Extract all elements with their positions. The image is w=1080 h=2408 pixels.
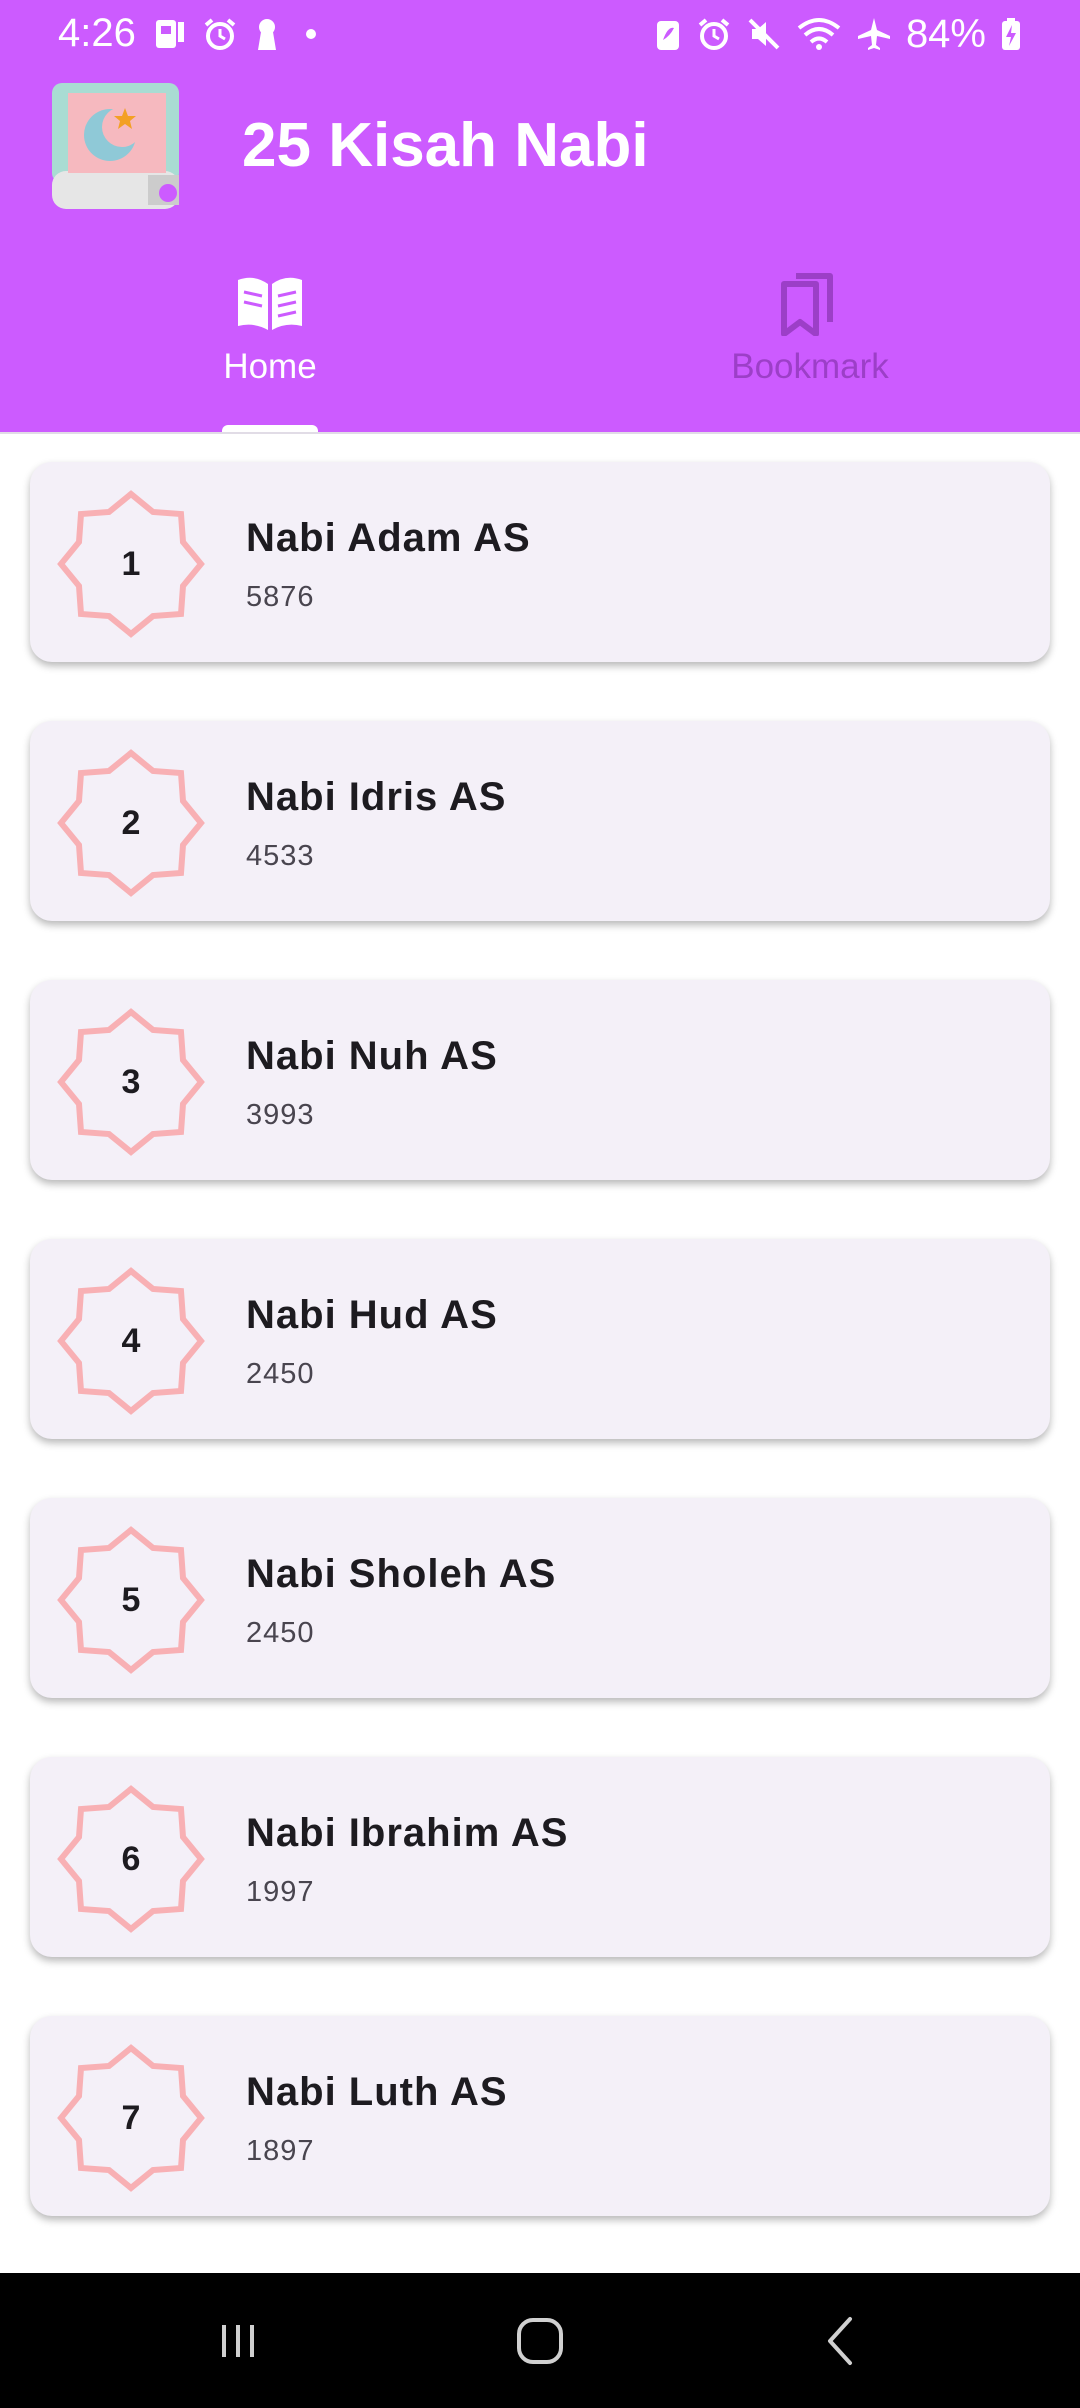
tab-indicator bbox=[222, 425, 318, 432]
story-count: 2450 bbox=[246, 1358, 315, 1390]
story-count: 4533 bbox=[246, 840, 315, 872]
story-count: 3993 bbox=[246, 1099, 315, 1131]
list-item[interactable]: 6 Nabi Ibrahim AS 1997 bbox=[30, 1757, 1050, 1957]
system-nav-bar bbox=[0, 2273, 1080, 2408]
app-title: 25 Kisah Nabi bbox=[242, 111, 649, 180]
mute-icon bbox=[748, 18, 780, 50]
story-count: 5876 bbox=[246, 581, 315, 613]
story-number: 4 bbox=[121, 1321, 141, 1360]
story-number: 1 bbox=[121, 544, 141, 583]
home-button[interactable] bbox=[480, 2303, 600, 2379]
story-title: Nabi Hud AS bbox=[246, 1293, 498, 1337]
story-number: 7 bbox=[121, 2098, 141, 2137]
status-left-icons bbox=[152, 14, 326, 54]
story-count: 1997 bbox=[246, 1876, 315, 1908]
battery-charging-icon bbox=[1002, 18, 1020, 50]
list-item[interactable]: 2 Nabi Idris AS 4533 bbox=[30, 721, 1050, 921]
dot-icon bbox=[306, 29, 316, 39]
list-item[interactable]: 5 Nabi Sholeh AS 2450 bbox=[30, 1498, 1050, 1698]
story-count: 1897 bbox=[246, 2135, 315, 2167]
keyhole-icon bbox=[258, 19, 276, 50]
story-title: Nabi Sholeh AS bbox=[246, 1552, 557, 1596]
list-item[interactable]: 3 Nabi Nuh AS 3993 bbox=[30, 980, 1050, 1180]
airplane-icon bbox=[857, 18, 890, 50]
story-title: Nabi Nuh AS bbox=[246, 1034, 498, 1078]
story-number: 5 bbox=[121, 1580, 141, 1619]
bookmarks-icon bbox=[781, 273, 833, 336]
open-book-icon bbox=[238, 277, 302, 330]
status-bar: 4:26 84% bbox=[0, 0, 1080, 66]
back-icon bbox=[828, 2317, 852, 2365]
tab-bookmark-label: Bookmark bbox=[731, 347, 889, 386]
story-title: Nabi Adam AS bbox=[246, 516, 531, 560]
back-button[interactable] bbox=[782, 2303, 902, 2379]
home-icon bbox=[517, 2318, 563, 2364]
story-title: Nabi Ibrahim AS bbox=[246, 1811, 569, 1855]
list-item[interactable]: 4 Nabi Hud AS 2450 bbox=[30, 1239, 1050, 1439]
alarm-icon bbox=[698, 18, 730, 50]
tab-bookmark[interactable]: Bookmark bbox=[540, 262, 1080, 432]
recents-icon bbox=[222, 2325, 254, 2357]
tab-home[interactable]: Home bbox=[0, 262, 540, 432]
book-crescent-logo-icon bbox=[52, 83, 179, 209]
wifi-icon bbox=[797, 18, 841, 50]
story-number: 2 bbox=[121, 803, 141, 842]
list-item[interactable]: 1 Nabi Adam AS 5876 bbox=[30, 462, 1050, 662]
recents-button[interactable] bbox=[178, 2303, 298, 2379]
story-list[interactable]: 1 Nabi Adam AS 5876 2 Nabi Idris AS 4533… bbox=[0, 434, 1080, 2273]
status-time: 4:26 bbox=[58, 11, 136, 55]
story-title: Nabi Idris AS bbox=[246, 775, 507, 819]
story-number: 3 bbox=[121, 1062, 141, 1101]
list-item[interactable]: 7 Nabi Luth AS 1897 bbox=[30, 2016, 1050, 2216]
sim-icon bbox=[156, 20, 184, 48]
tab-home-label: Home bbox=[223, 347, 317, 386]
battery-percentage: 84% bbox=[905, 12, 986, 56]
battery-saver-icon bbox=[656, 21, 679, 50]
story-title: Nabi Luth AS bbox=[246, 2070, 508, 2114]
alarm-icon bbox=[204, 18, 236, 50]
app-header: 4:26 84% 25 Kisah Nabi Home Bookmark bbox=[0, 0, 1080, 432]
status-right-icons: 84% bbox=[654, 12, 1022, 56]
story-number: 6 bbox=[121, 1839, 141, 1878]
story-count: 2450 bbox=[246, 1617, 315, 1649]
